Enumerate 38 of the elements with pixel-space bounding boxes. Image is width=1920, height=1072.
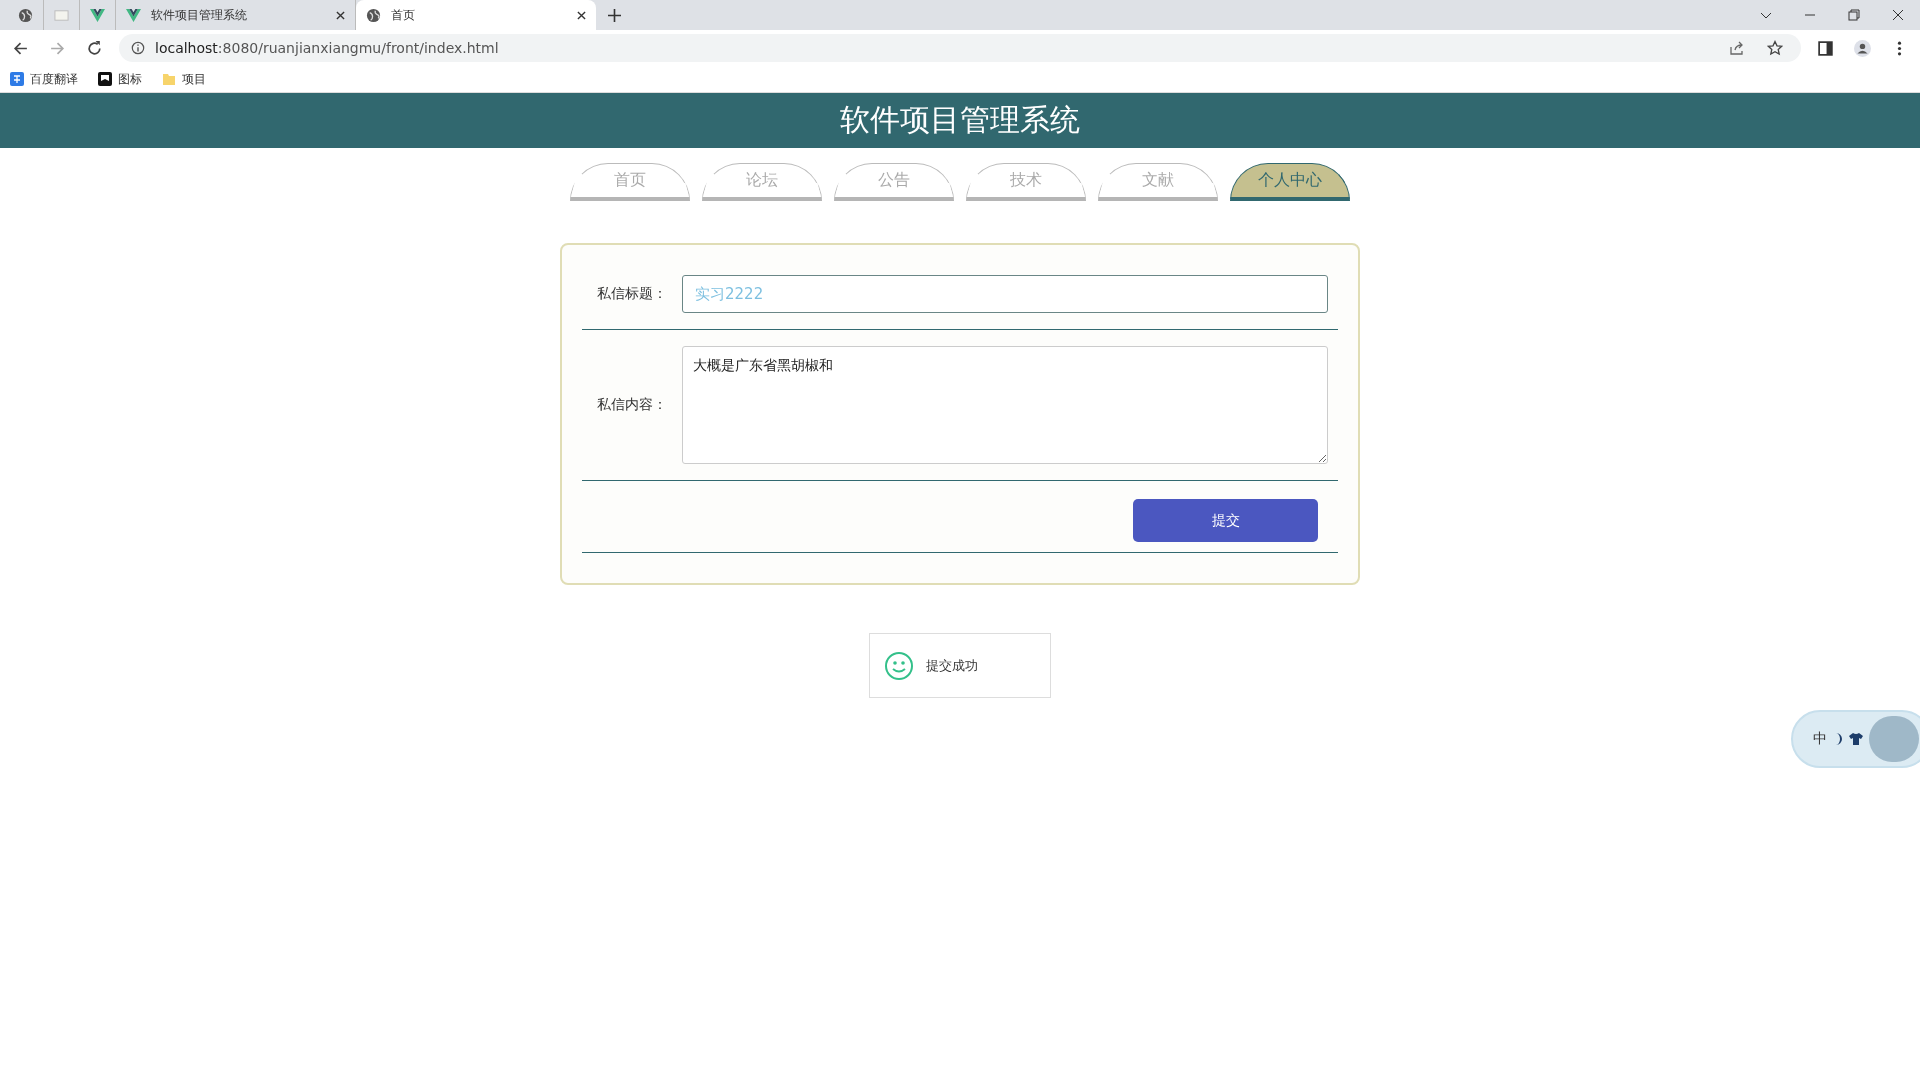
toast-message: 提交成功	[926, 656, 978, 675]
v-logo-icon	[126, 7, 141, 23]
v-logo-icon	[90, 7, 105, 23]
field-label: 私信标题：	[596, 285, 668, 303]
info-icon	[131, 41, 145, 55]
close-icon[interactable]	[1892, 9, 1904, 21]
bookmark[interactable]: 百度翻译	[10, 70, 78, 88]
bookmark[interactable]: 图标	[98, 70, 142, 88]
content-textarea[interactable]: 大概是广东省黑胡椒和	[682, 346, 1328, 464]
close-icon[interactable]	[336, 10, 345, 20]
restore-icon[interactable]	[1848, 9, 1860, 21]
translate-icon	[10, 72, 24, 86]
profile-icon[interactable]	[1854, 39, 1871, 57]
close-icon[interactable]	[577, 10, 586, 20]
scenery-picture	[1869, 716, 1919, 762]
bookmark[interactable]: 项目	[162, 70, 206, 88]
tab-title: 首页	[391, 6, 416, 24]
side-panel-icon[interactable]	[1817, 39, 1834, 57]
ime-widget[interactable]: 中	[1791, 710, 1920, 768]
tab-title: 软件项目管理系统	[151, 6, 248, 24]
field-label: 私信内容：	[596, 396, 668, 414]
image-icon	[98, 72, 112, 86]
shirt-icon	[1849, 733, 1863, 745]
browser-tab[interactable]: 首页	[356, 0, 596, 30]
site-title: 软件项目管理系统	[840, 101, 1080, 139]
globe-icon	[366, 7, 381, 23]
smile-icon	[884, 650, 914, 681]
nav-tab[interactable]: 个人中心	[1230, 163, 1350, 201]
globe-icon	[18, 7, 33, 23]
address-bar[interactable]: localhost:8080/ruanjianxiangmu/front/index.html	[119, 34, 1801, 62]
share-icon[interactable]	[1729, 40, 1745, 56]
page-icon	[54, 7, 69, 23]
new-tab-icon[interactable]	[608, 8, 621, 22]
folder-icon	[162, 72, 176, 86]
url-text: localhost:8080/ruanjianxiangmu/front/index.html	[155, 40, 499, 56]
submit-button[interactable]: 提交	[1133, 499, 1318, 542]
star-icon[interactable]	[1767, 40, 1783, 56]
reload-icon[interactable]	[86, 39, 103, 57]
